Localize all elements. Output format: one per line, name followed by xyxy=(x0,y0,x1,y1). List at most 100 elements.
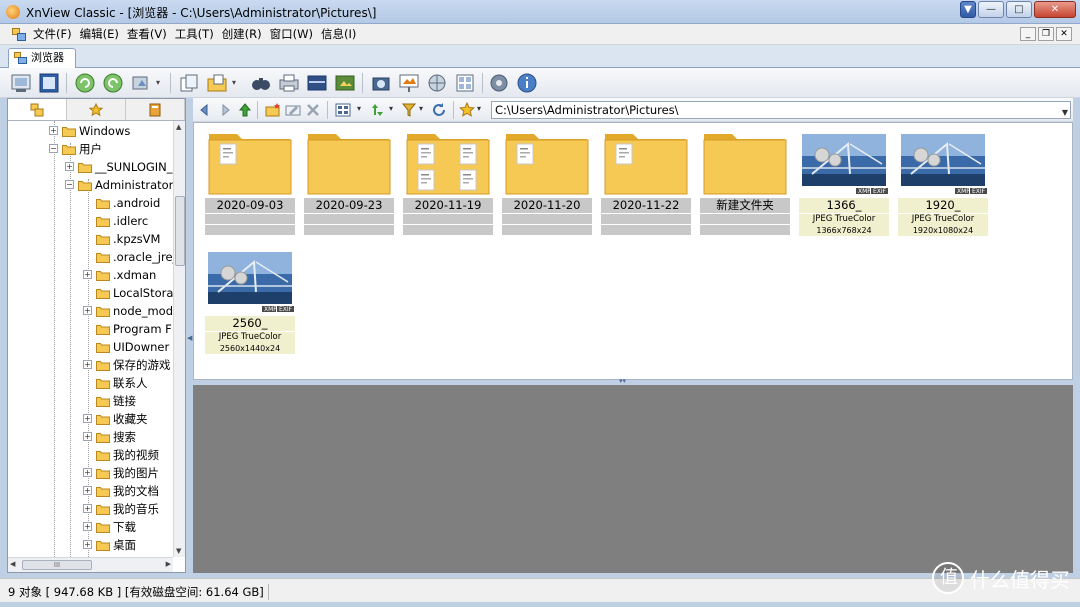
parent-folder-icon[interactable] xyxy=(237,102,253,118)
refresh-icon[interactable] xyxy=(431,102,447,118)
sort-icon[interactable] xyxy=(369,102,385,118)
tree-expander[interactable]: + xyxy=(83,522,92,531)
tree-item[interactable]: + 搜索 xyxy=(8,428,173,446)
tab-categories[interactable] xyxy=(126,99,185,120)
rotate-left-icon[interactable] xyxy=(74,72,96,94)
tree-vertical-scrollbar[interactable]: ▲ ▼ xyxy=(173,121,185,557)
menu-item-4[interactable]: 创建(R) xyxy=(221,27,269,42)
scanner-icon[interactable] xyxy=(306,72,328,94)
tree-item[interactable]: + 我的文档 xyxy=(8,482,173,500)
tree-item[interactable]: − 用户 xyxy=(8,140,173,158)
view-image-icon[interactable] xyxy=(10,72,32,94)
rotate-right-icon[interactable] xyxy=(102,72,124,94)
forward-arrow-icon[interactable] xyxy=(217,102,233,118)
tree-expander[interactable]: + xyxy=(83,468,92,477)
find-binoculars-icon[interactable] xyxy=(250,72,272,94)
browser-doc-icon[interactable] xyxy=(12,27,26,41)
tree-expander[interactable]: + xyxy=(83,414,92,423)
tree-expander[interactable]: + xyxy=(65,162,74,171)
tree-item[interactable]: .oracle_jre_ xyxy=(8,248,173,266)
scroll-right-arrow[interactable]: ▶ xyxy=(166,560,171,568)
folder-thumbnail[interactable]: 新建文件夹 xyxy=(700,127,790,237)
tree-expander[interactable]: − xyxy=(49,144,58,153)
tree-item[interactable]: Program F xyxy=(8,320,173,338)
back-arrow-icon[interactable] xyxy=(197,102,213,118)
tree-item[interactable]: + Windows xyxy=(8,122,173,140)
tree-item[interactable]: + 桌面 xyxy=(8,536,173,554)
favorite-dropdown-arrow[interactable]: ▾ xyxy=(477,104,481,113)
address-dropdown-arrow[interactable]: ▼ xyxy=(1062,105,1068,121)
filter-icon[interactable] xyxy=(401,102,417,118)
folder-thumbnail[interactable]: 2020-11-22 xyxy=(601,127,691,237)
scroll-down-arrow[interactable]: ▼ xyxy=(176,547,181,555)
tree-expander[interactable]: + xyxy=(83,306,92,315)
tree-item[interactable]: LocalStora xyxy=(8,284,173,302)
tree-item[interactable]: + node_mod xyxy=(8,302,173,320)
contact-sheet-icon[interactable] xyxy=(454,72,476,94)
image-thumbnail[interactable]: XMPEXIF2560_JPEG TrueColor (v1.1)2560x14… xyxy=(205,245,296,355)
tree-horizontal-scrollbar[interactable]: ◀ III ▶ xyxy=(8,557,173,572)
menu-item-5[interactable]: 窗口(W) xyxy=(269,27,320,42)
thumbnail-view[interactable]: 2020-09-03 2020-09-23 2020-11-19 2020-11-20… xyxy=(193,122,1073,380)
filter-dropdown-arrow[interactable]: ▾ xyxy=(419,104,423,113)
fullscreen-icon[interactable] xyxy=(38,72,60,94)
image-thumbnail[interactable]: XMPEXIF1366_JPEG TrueColor (v1.1)1366x76… xyxy=(799,127,890,237)
info-icon[interactable] xyxy=(516,72,538,94)
delete-icon[interactable] xyxy=(305,102,321,118)
minimize-button[interactable]: — xyxy=(978,1,1004,18)
copy-icon[interactable] xyxy=(178,72,200,94)
tree-expander[interactable]: + xyxy=(83,432,92,441)
menu-item-6[interactable]: 信息(I) xyxy=(320,27,363,42)
print-icon[interactable] xyxy=(278,72,300,94)
scroll-up-arrow[interactable]: ▲ xyxy=(176,123,181,131)
tab-favorites[interactable] xyxy=(67,99,126,120)
scroll-thumb[interactable] xyxy=(175,196,185,266)
view-mode-icon[interactable] xyxy=(335,102,351,118)
tree-item[interactable]: .kpzsVM xyxy=(8,230,173,248)
tree-item[interactable]: 链接 xyxy=(8,392,173,410)
settings-gear-icon[interactable] xyxy=(488,72,510,94)
mdi-minimize-button[interactable]: _ xyxy=(1020,27,1036,41)
folder-thumbnail[interactable]: 2020-09-23 xyxy=(304,127,394,237)
tree-expander[interactable]: + xyxy=(83,504,92,513)
tree-expander[interactable]: + xyxy=(83,270,92,279)
preview-pane[interactable] xyxy=(193,385,1073,573)
view-mode-dropdown-arrow[interactable]: ▾ xyxy=(357,104,361,113)
mdi-close-button[interactable]: ✕ xyxy=(1056,27,1072,41)
convert-icon[interactable] xyxy=(334,72,356,94)
rename-icon[interactable] xyxy=(285,102,301,118)
transform-dropdown-arrow[interactable]: ▾ xyxy=(156,78,160,87)
tree-item[interactable]: + 我的图片 xyxy=(8,464,173,482)
tree-item[interactable]: + 保存的游戏 xyxy=(8,356,173,374)
folder-thumbnail[interactable]: 2020-09-03 xyxy=(205,127,295,237)
tree-expander[interactable]: − xyxy=(65,180,74,189)
menu-item-0[interactable]: 文件(F) xyxy=(32,27,79,42)
tree-expander[interactable]: + xyxy=(83,486,92,495)
tree-item[interactable]: .idlerc xyxy=(8,212,173,230)
maximize-button[interactable]: □ xyxy=(1006,1,1032,18)
tree-item[interactable]: .android xyxy=(8,194,173,212)
transform-icon[interactable] xyxy=(130,72,152,94)
tree-item[interactable]: + .xdman xyxy=(8,266,173,284)
tree-item[interactable]: 联系人 xyxy=(8,374,173,392)
web-page-icon[interactable] xyxy=(426,72,448,94)
open-dropdown-arrow[interactable]: ▾ xyxy=(232,78,236,87)
tree-expander[interactable]: + xyxy=(49,126,58,135)
tree-item[interactable]: + 收藏夹 xyxy=(8,410,173,428)
tree-item[interactable]: + __SUNLOGIN_ xyxy=(8,158,173,176)
tree-item[interactable]: + 我的音乐 xyxy=(8,500,173,518)
tree-item[interactable]: − Administrator xyxy=(8,176,173,194)
window-menu-button[interactable]: ▼ xyxy=(960,1,976,18)
vertical-splitter[interactable]: ◀ xyxy=(186,98,193,573)
tab-folders[interactable] xyxy=(8,99,67,120)
tab-browser[interactable]: 浏览器 xyxy=(8,48,76,68)
folder-tree[interactable]: + Windows − 用户 + __SUNLOGIN_ − Administrator .an… xyxy=(8,121,173,557)
menu-item-2[interactable]: 查看(V) xyxy=(126,27,174,42)
folder-thumbnail[interactable]: 2020-11-20 xyxy=(502,127,592,237)
favorite-star-icon[interactable] xyxy=(459,102,475,118)
sort-dropdown-arrow[interactable]: ▾ xyxy=(389,104,393,113)
image-thumbnail[interactable]: XMPEXIF1920_JPEG TrueColor (v1.1)1920x10… xyxy=(898,127,989,237)
slideshow-icon[interactable] xyxy=(398,72,420,94)
tree-expander[interactable]: + xyxy=(83,360,92,369)
scroll-left-arrow[interactable]: ◀ xyxy=(10,560,15,568)
